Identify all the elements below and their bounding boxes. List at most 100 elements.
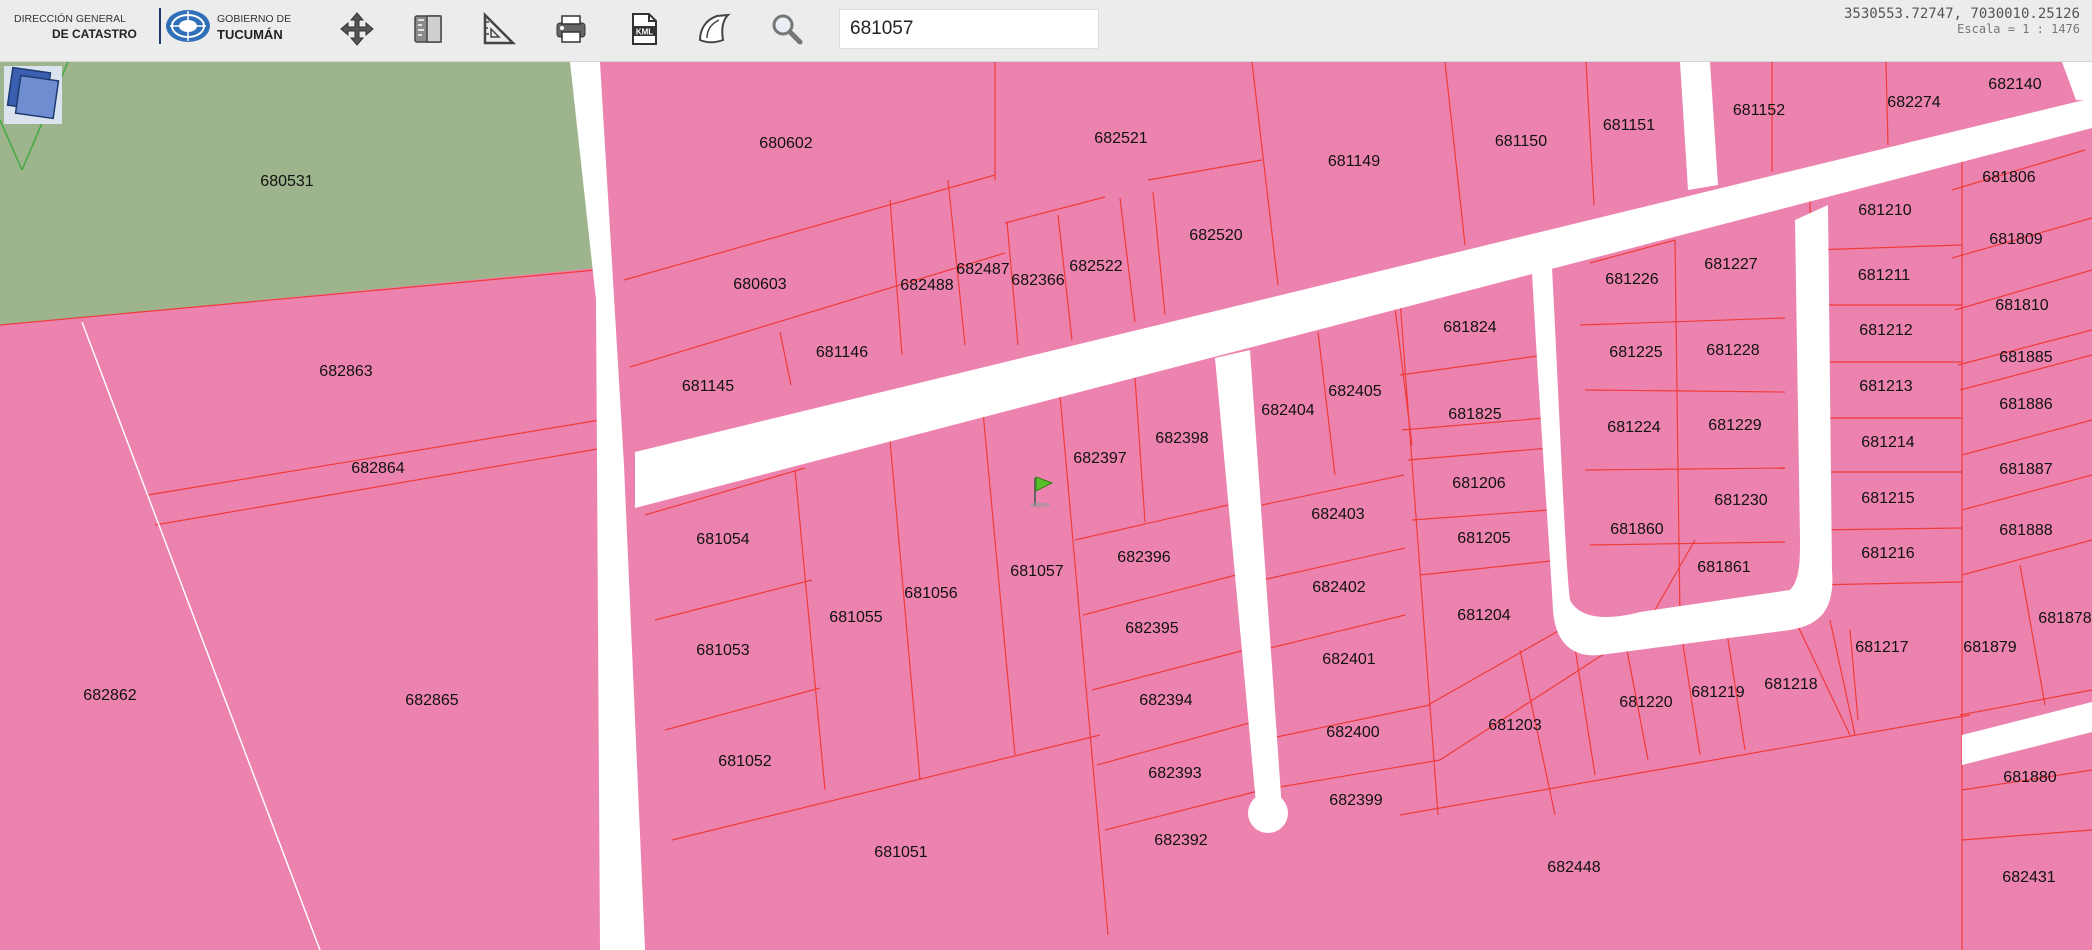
parcel-label-682397[interactable]: 682397 [1073,450,1126,467]
catastro-logo: DIRECCIÓN GENERAL DE CATASTRO GOBIERNO D… [12,8,312,52]
parcel-label-681886[interactable]: 681886 [1999,396,2052,413]
parcel-label-681219[interactable]: 681219 [1691,684,1744,701]
parcel-label-682395[interactable]: 682395 [1125,620,1178,637]
parcel-label-682863[interactable]: 682863 [319,363,372,380]
parcel-label-681212[interactable]: 681212 [1859,322,1912,339]
print-icon[interactable] [552,10,590,48]
parcel-label-681216[interactable]: 681216 [1861,545,1914,562]
parcel-label-681218[interactable]: 681218 [1764,676,1817,693]
parcel-label-682402[interactable]: 682402 [1312,579,1365,596]
parcel-label-681225[interactable]: 681225 [1609,344,1662,361]
parcel-label-681228[interactable]: 681228 [1706,342,1759,359]
parcel-label-682448[interactable]: 682448 [1547,859,1600,876]
parcel-label-682521[interactable]: 682521 [1094,130,1147,147]
layer-switcher-icon[interactable] [4,66,62,124]
parcel-label-681224[interactable]: 681224 [1607,419,1660,436]
measure-ruler-icon[interactable] [409,10,447,48]
government-seal-icon [166,10,210,42]
parcel-label-681215[interactable]: 681215 [1861,490,1914,507]
parcel-label-681205[interactable]: 681205 [1457,530,1510,547]
parcel-label-682522[interactable]: 682522 [1069,258,1122,275]
parcel-label-681051[interactable]: 681051 [874,844,927,861]
parcel-label-682520[interactable]: 682520 [1189,227,1242,244]
road-cul-de-sac-end [1248,793,1288,833]
parcel-label-681213[interactable]: 681213 [1859,378,1912,395]
parcel-label-682488[interactable]: 682488 [900,277,953,294]
top-toolbar: DIRECCIÓN GENERAL DE CATASTRO GOBIERNO D… [0,0,2092,62]
parcel-label-681879[interactable]: 681879 [1963,639,2016,656]
parcel-label-681806[interactable]: 681806 [1982,169,2035,186]
parcel-label-682399[interactable]: 682399 [1329,792,1382,809]
parcel-label-681151[interactable]: 681151 [1603,117,1655,134]
logo-text-line-4: TUCUMÁN [217,27,283,42]
cadastral-map[interactable]: 680531 680602 682521 681149 681150 681151 6811… [0,62,2092,950]
parcel-label-681888[interactable]: 681888 [1999,522,2052,539]
parcel-label-681227[interactable]: 681227 [1704,256,1757,273]
parcel-label-681054[interactable]: 681054 [696,531,749,548]
parcel-label-682394[interactable]: 682394 [1139,692,1192,709]
parcel-label-681226[interactable]: 681226 [1605,271,1658,288]
measure-area-icon[interactable] [480,10,518,48]
parcel-label-680531[interactable]: 680531 [260,173,313,190]
parcel-label-682366[interactable]: 682366 [1011,272,1064,289]
export-kml-icon[interactable]: KML [625,10,663,48]
parcel-label-681203[interactable]: 681203 [1488,717,1541,734]
pan-move-icon[interactable] [338,10,376,48]
parcel-label-681885[interactable]: 681885 [1999,349,2052,366]
parcel-label-681055[interactable]: 681055 [829,609,882,626]
parcel-label-681217[interactable]: 681217 [1855,639,1908,656]
parcel-label-681887[interactable]: 681887 [1999,461,2052,478]
parcel-label-681152[interactable]: 681152 [1733,102,1785,119]
coordinate-readout: 3530553.72747, 7030010.25126 Escala = 1 … [1844,6,2080,36]
parcel-label-681880[interactable]: 681880 [2003,769,2056,786]
parcel-label-682487[interactable]: 682487 [956,261,1009,278]
parcel-label-681229[interactable]: 681229 [1708,417,1761,434]
parcel-label-681230[interactable]: 681230 [1714,492,1767,509]
parcel-label-681056[interactable]: 681056 [904,585,957,602]
parcel-label-681214[interactable]: 681214 [1861,434,1914,451]
parcel-label-681810[interactable]: 681810 [1995,297,2048,314]
parcel-label-681146[interactable]: 681146 [816,344,868,361]
parcel-label-681878[interactable]: 681878 [2038,610,2091,627]
parcel-label-682401[interactable]: 682401 [1322,651,1375,668]
parcel-label-682404[interactable]: 682404 [1261,402,1314,419]
parcel-label-681057[interactable]: 681057 [1010,563,1063,580]
parcel-label-682862[interactable]: 682862 [83,687,136,704]
parcel-label-681220[interactable]: 681220 [1619,694,1672,711]
parcel-label-682865[interactable]: 682865 [405,692,458,709]
parcel-label-681809[interactable]: 681809 [1989,231,2042,248]
parcel-label-681211[interactable]: 681211 [1858,267,1910,284]
map-layers-icon[interactable] [695,10,733,48]
parcel-label-682400[interactable]: 682400 [1326,724,1379,741]
parcel-label-680603[interactable]: 680603 [733,276,786,293]
parcel-label-681150[interactable]: 681150 [1495,133,1547,150]
parcel-label-682392[interactable]: 682392 [1154,832,1207,849]
parcel-label-681861[interactable]: 681861 [1697,559,1750,576]
parcel-label-681052[interactable]: 681052 [718,753,771,770]
parcel-label-682274[interactable]: 682274 [1887,94,1940,111]
parcel-label-680602[interactable]: 680602 [759,135,812,152]
parcel-label-681206[interactable]: 681206 [1452,475,1505,492]
parcel-label-682864[interactable]: 682864 [351,460,404,477]
parcel-label-682398[interactable]: 682398 [1155,430,1208,447]
parcel-label-682431[interactable]: 682431 [2002,869,2055,886]
parcel-label-682140[interactable]: 682140 [1988,76,2041,93]
parcel-label-681210[interactable]: 681210 [1858,202,1911,219]
parcel-label-682403[interactable]: 682403 [1311,506,1364,523]
search-magnifier-icon[interactable] [768,10,806,48]
logo-text-line-2: DE CATASTRO [52,27,137,41]
parcel-label-681824[interactable]: 681824 [1443,319,1496,336]
parcel-label-681149[interactable]: 681149 [1328,153,1380,170]
parcel-label-682405[interactable]: 682405 [1328,383,1381,400]
map-canvas[interactable]: 680531 680602 682521 681149 681150 681151 6811… [0,62,2092,950]
parcel-label-682393[interactable]: 682393 [1148,765,1201,782]
parcel-label-681053[interactable]: 681053 [696,642,749,659]
logo-divider [159,8,161,44]
search-input[interactable] [839,9,1099,49]
parcel-label-682396[interactable]: 682396 [1117,549,1170,566]
parcel-label-681204[interactable]: 681204 [1457,607,1510,624]
parcel-label-681825[interactable]: 681825 [1448,406,1501,423]
parcel-label-681145[interactable]: 681145 [682,378,734,395]
logo-text-line-1: DIRECCIÓN GENERAL [14,13,127,25]
parcel-label-681860[interactable]: 681860 [1610,521,1663,538]
